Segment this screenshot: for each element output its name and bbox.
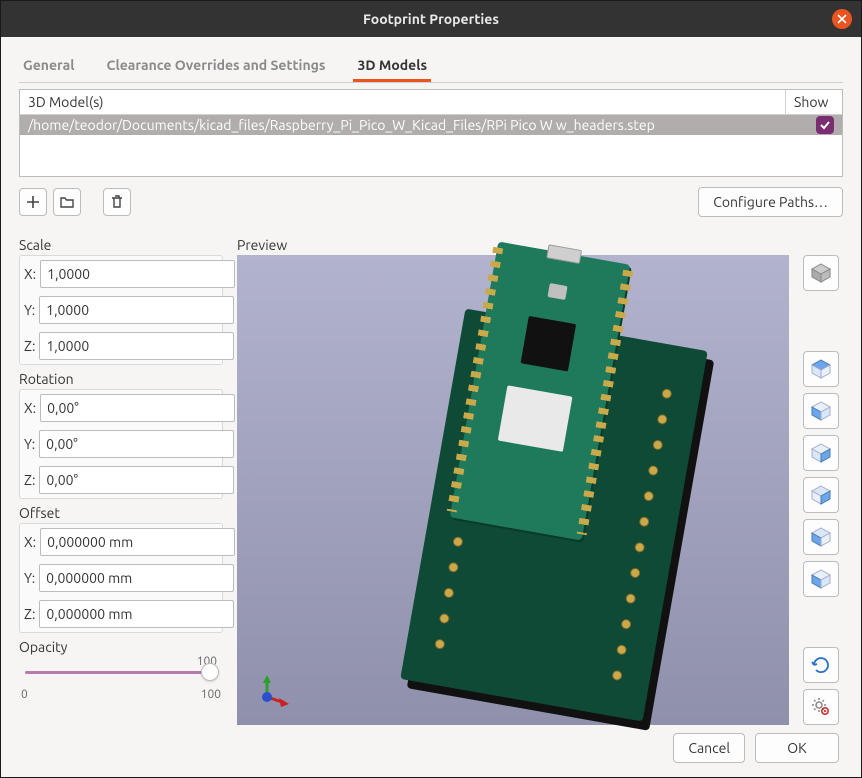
axis-x: X: (24, 266, 36, 282)
cube-front-icon (810, 442, 832, 464)
scale-group: X: − + Y: − + Z: − + (19, 255, 223, 365)
cube-back-icon (810, 484, 832, 506)
bootsel-button (547, 283, 567, 300)
model-header-name: 3D Model(s) (20, 90, 786, 114)
model-table-header: 3D Model(s) Show (20, 90, 842, 115)
dialog-content: General Clearance Overrides and Settings… (1, 37, 861, 777)
scale-z-input[interactable] (39, 332, 234, 360)
opacity-max: 100 (201, 688, 221, 701)
view-top-button[interactable] (803, 351, 839, 387)
plus-icon (25, 194, 41, 210)
view-bottom-button[interactable] (803, 393, 839, 429)
opacity-range-labels: 0 100 (19, 688, 223, 701)
model-row[interactable]: /home/teodor/Documents/kicad_files/Raspb… (20, 115, 842, 135)
offset-z-row: Z: − + (20, 596, 222, 632)
view-back-button[interactable] (803, 477, 839, 513)
dialog-title: Footprint Properties (363, 11, 499, 27)
scale-x-row: X: − + (20, 256, 222, 292)
offset-y-input[interactable] (39, 564, 234, 592)
model-table: 3D Model(s) Show /home/teodor/Documents/… (19, 89, 843, 177)
configure-paths-button[interactable]: Configure Paths… (698, 187, 843, 217)
model-row-show-cell (786, 115, 842, 135)
close-icon (837, 14, 847, 24)
settings-button[interactable] (803, 689, 839, 725)
wifi-shield (498, 385, 573, 452)
reload-icon (811, 655, 831, 675)
scale-label: Scale (19, 237, 223, 253)
opacity-label: Opacity (19, 639, 223, 655)
rotation-x-input[interactable] (40, 394, 235, 422)
rp2040-chip (521, 316, 577, 372)
axis-gizmo (255, 675, 289, 709)
rotation-y-row: Y: − + (20, 426, 222, 462)
opacity-thumb[interactable] (201, 663, 219, 681)
footprint-properties-dialog: Footprint Properties General Clearance O… (0, 0, 862, 778)
offset-y-row: Y: − + (20, 560, 222, 596)
tab-clearance[interactable]: Clearance Overrides and Settings (103, 49, 330, 82)
delete-model-button[interactable] (103, 188, 131, 216)
cube-left-icon (810, 526, 832, 548)
cube-top-icon (810, 358, 832, 380)
rotation-group: X: − + Y: − + Z: − + (19, 389, 223, 499)
offset-z-input[interactable] (39, 600, 234, 628)
view-right-button[interactable] (803, 561, 839, 597)
offset-x-input[interactable] (40, 528, 235, 556)
view-front-button[interactable] (803, 435, 839, 471)
preview-viewport[interactable]: REF** (237, 255, 789, 725)
cube-right-icon (810, 568, 832, 590)
opacity-group: Opacity 100 0 100 (19, 639, 223, 701)
model-show-checkbox[interactable] (816, 116, 834, 134)
transform-panel: Scale X: − + Y: − + Z: (19, 237, 223, 725)
cancel-button[interactable]: Cancel (673, 733, 745, 763)
rotation-x-row: X: − + (20, 390, 222, 426)
model-row-path: /home/teodor/Documents/kicad_files/Raspb… (20, 115, 786, 135)
offset-group: X: − + Y: − + Z: − + (19, 523, 223, 633)
check-icon (819, 119, 831, 131)
titlebar: Footprint Properties (1, 1, 861, 37)
offset-label: Offset (19, 505, 223, 521)
scale-y-input[interactable] (39, 296, 234, 324)
model-toolbar: Configure Paths… (19, 187, 843, 217)
trash-icon (109, 194, 125, 210)
opacity-slider-wrap: 100 (19, 657, 223, 684)
reload-button[interactable] (803, 647, 839, 683)
preview-panel: Preview REF** (237, 237, 789, 725)
offset-x-row: X: − + (20, 524, 222, 560)
opacity-min: 0 (21, 688, 28, 701)
cube-bottom-icon (810, 400, 832, 422)
view-left-button[interactable] (803, 519, 839, 555)
scale-y-row: Y: − + (20, 292, 222, 328)
rotation-label: Rotation (19, 371, 223, 387)
gear-icon (811, 697, 831, 717)
scale-x-input[interactable] (40, 260, 235, 288)
cube-iso-icon (810, 262, 832, 284)
ok-button[interactable]: OK (755, 733, 839, 763)
main-row: Scale X: − + Y: − + Z: (19, 237, 843, 725)
folder-icon (59, 194, 75, 210)
opacity-slider[interactable] (25, 671, 217, 674)
axis-z: Z: (24, 338, 35, 354)
window-close-button[interactable] (832, 9, 852, 29)
rotation-y-input[interactable] (39, 430, 234, 458)
model-header-show: Show (786, 90, 842, 114)
view-iso-button[interactable] (803, 255, 839, 291)
tab-bar: General Clearance Overrides and Settings… (19, 49, 843, 83)
rotation-z-input[interactable] (39, 466, 234, 494)
tab-3d-models[interactable]: 3D Models (353, 49, 431, 82)
browse-model-button[interactable] (53, 188, 81, 216)
add-model-button[interactable] (19, 188, 47, 216)
rotation-z-row: Z: − + (20, 462, 222, 498)
tab-general[interactable]: General (19, 49, 79, 82)
view-tools (803, 255, 843, 725)
axis-y: Y: (24, 302, 35, 318)
scale-z-row: Z: − + (20, 328, 222, 364)
dialog-footer: Cancel OK (19, 731, 843, 763)
